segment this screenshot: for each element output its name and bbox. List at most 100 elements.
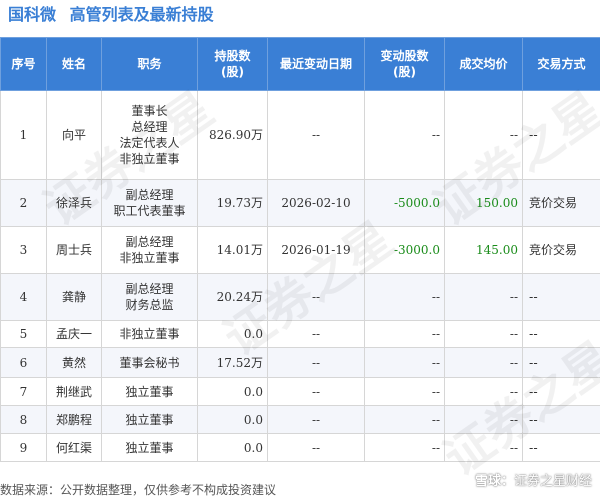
avg-price: -- <box>444 433 523 462</box>
column-header: 变动股数 (股) <box>364 37 445 91</box>
table-row: 1 向平 董事长 总经理 法定代表人 非独立董事 826.90万 -- -- -- -- <box>0 90 600 180</box>
last-change-date: -- <box>267 405 365 434</box>
shares-held: 19.73万 <box>197 179 268 227</box>
change-shares: -3000.0 <box>364 226 445 274</box>
executive-role: 独立董事 <box>101 405 198 434</box>
change-shares: -- <box>364 273 445 321</box>
avg-price: 145.00 <box>444 226 523 274</box>
row-number: 9 <box>0 433 47 462</box>
trade-method: -- <box>522 433 600 462</box>
executive-name: 荆继武 <box>46 377 102 406</box>
table-row: 9 何红渠 独立董事 0.0 -- -- -- -- <box>0 433 600 462</box>
column-header: 姓名 <box>46 37 102 91</box>
last-change-date: -- <box>267 90 365 180</box>
shares-held: 14.01万 <box>197 226 268 274</box>
column-header: 序号 <box>0 37 47 91</box>
table-row: 2 徐泽兵 副总经理 职工代表董事 19.73万 2026-02-10 -5000.0 15… <box>0 179 600 227</box>
executive-name: 郑鹏程 <box>46 405 102 434</box>
last-change-date: -- <box>267 320 365 348</box>
data-source-note: 数据来源：公开数据整理，仅供参考不构成投资建议 <box>0 483 277 497</box>
brand-label: 雪球：证券之星财经 <box>475 472 592 492</box>
change-shares: -- <box>364 377 445 406</box>
shares-held: 20.24万 <box>197 273 268 321</box>
trade-method: -- <box>522 377 600 406</box>
brand-name: 证券之星财经 <box>513 474 592 489</box>
trade-method: -- <box>522 90 600 180</box>
change-shares: -- <box>364 433 445 462</box>
column-header: 职务 <box>101 37 198 91</box>
shares-held: 17.52万 <box>197 347 268 378</box>
executive-table: 序号 姓名 职务 持股数 (股) 最近变动日期 变动股数 (股) 成交均价 交易方式 1 向平董… <box>0 37 600 462</box>
last-change-date: -- <box>267 377 365 406</box>
executive-role: 独立董事 <box>101 433 198 462</box>
row-number: 3 <box>0 226 47 274</box>
row-number: 7 <box>0 377 47 406</box>
executive-role: 独立董事 <box>101 377 198 406</box>
executive-name: 黄然 <box>46 347 102 378</box>
trade-method: 竞价交易 <box>522 179 600 227</box>
executive-role: 董事会秘书 <box>101 347 198 378</box>
executive-name: 龚静 <box>46 273 102 321</box>
executive-name: 何红渠 <box>46 433 102 462</box>
avg-price: 150.00 <box>444 179 523 227</box>
table-row: 5 孟庆一 非独立董事 0.0 -- -- -- -- <box>0 320 600 348</box>
column-header: 成交均价 <box>444 37 523 91</box>
table-row: 8 郑鹏程 独立董事 0.0 -- -- -- -- <box>0 405 600 434</box>
shares-held: 0.0 <box>197 377 268 406</box>
row-number: 2 <box>0 179 47 227</box>
change-shares: -5000.0 <box>364 179 445 227</box>
row-number: 5 <box>0 320 47 348</box>
row-number: 1 <box>0 90 47 180</box>
executive-role: 副总经理 非独立董事 <box>101 226 198 274</box>
table-header-row: 序号 姓名 职务 持股数 (股) 最近变动日期 变动股数 (股) 成交均价 交易方式 <box>0 37 600 91</box>
table-subject: 高管列表及最新持股 <box>69 5 214 24</box>
row-number: 6 <box>0 347 47 378</box>
change-shares: -- <box>364 320 445 348</box>
avg-price: -- <box>444 320 523 348</box>
column-header: 最近变动日期 <box>267 37 365 91</box>
shares-held: 0.0 <box>197 320 268 348</box>
change-shares: -- <box>364 90 445 180</box>
executive-name: 向平 <box>46 90 102 180</box>
shares-held: 0.0 <box>197 433 268 462</box>
table-row: 7 荆继武 独立董事 0.0 -- -- -- -- <box>0 377 600 406</box>
company-name: 国科微 <box>8 5 57 24</box>
shares-held: 0.0 <box>197 405 268 434</box>
row-number: 4 <box>0 273 47 321</box>
brand-prefix: 雪球： <box>474 474 514 489</box>
last-change-date: -- <box>267 433 365 462</box>
avg-price: -- <box>444 347 523 378</box>
change-shares: -- <box>364 405 445 434</box>
executive-role: 董事长 总经理 法定代表人 非独立董事 <box>101 90 198 180</box>
change-shares: -- <box>364 347 445 378</box>
table-body: 1 向平 董事长 总经理 法定代表人 非独立董事 826.90万 -- -- -- -- 2 徐泽… <box>0 90 600 462</box>
executive-role: 非独立董事 <box>101 320 198 348</box>
table-row: 6 黄然 董事会秘书 17.52万 -- -- -- -- <box>0 347 600 378</box>
trade-method: -- <box>522 320 600 348</box>
trade-method: -- <box>522 273 600 321</box>
trade-method: -- <box>522 347 600 378</box>
executive-table-container: 序号 姓名 职务 持股数 (股) 最近变动日期 变动股数 (股) 成交均价 交易方式 1 向平董… <box>0 37 600 462</box>
executive-role: 副总经理 职工代表董事 <box>101 179 198 227</box>
last-change-date: -- <box>267 347 365 378</box>
last-change-date: 2026-01-19 <box>267 226 365 274</box>
column-header: 持股数 (股) <box>197 37 268 91</box>
shares-held: 826.90万 <box>197 90 268 180</box>
trade-method: -- <box>522 405 600 434</box>
column-header: 交易方式 <box>522 37 600 91</box>
avg-price: -- <box>444 90 523 180</box>
avg-price: -- <box>444 273 523 321</box>
executive-name: 徐泽兵 <box>46 179 102 227</box>
table-row: 4 龚静 副总经理 财务总监 20.24万 -- -- -- -- <box>0 273 600 321</box>
executive-role: 副总经理 财务总监 <box>101 273 198 321</box>
last-change-date: -- <box>267 273 365 321</box>
executive-name: 孟庆一 <box>46 320 102 348</box>
executive-name: 周士兵 <box>46 226 102 274</box>
avg-price: -- <box>444 405 523 434</box>
avg-price: -- <box>444 377 523 406</box>
last-change-date: 2026-02-10 <box>267 179 365 227</box>
page-title: 国科微 高管列表及最新持股 <box>8 3 214 27</box>
table-row: 3 周士兵 副总经理 非独立董事 14.01万 2026-01-19 -3000.0 145… <box>0 226 600 274</box>
trade-method: 竞价交易 <box>522 226 600 274</box>
row-number: 8 <box>0 405 47 434</box>
